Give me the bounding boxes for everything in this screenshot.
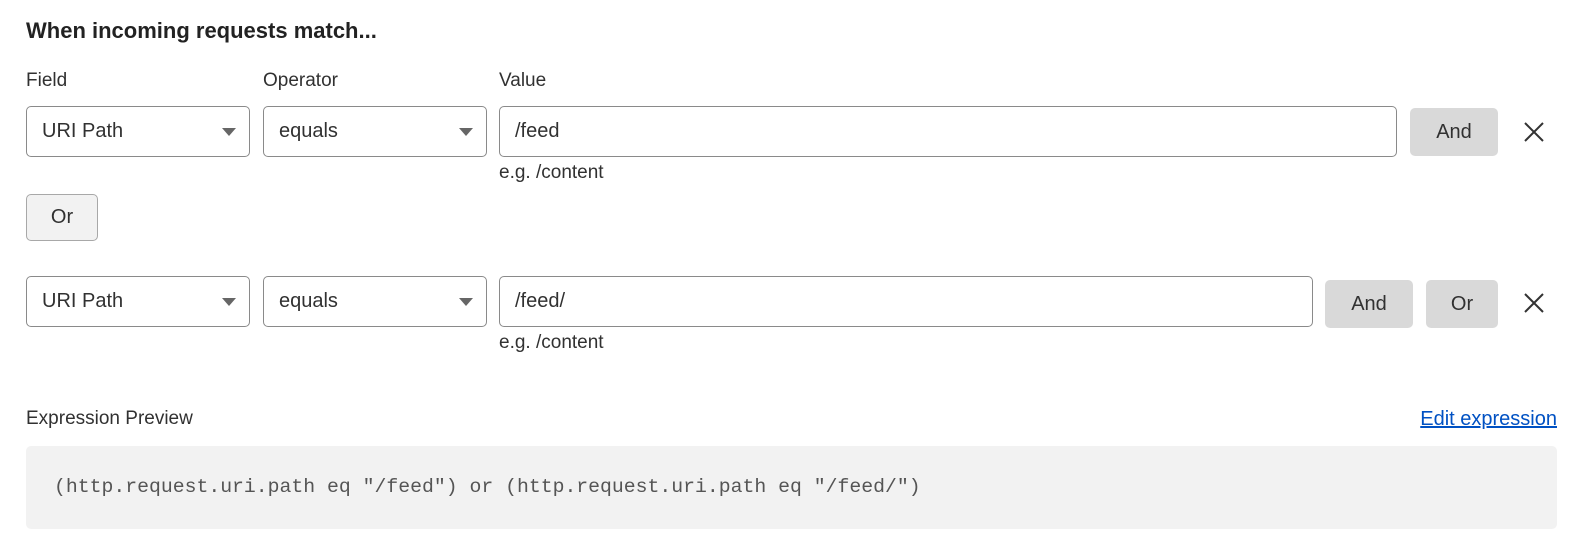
value-hint-2: e.g. /content [499,332,604,353]
section-title: When incoming requests match... [26,18,377,43]
value-label: Value [499,70,547,91]
value-input-text: /feed/ [515,290,566,312]
value-hint-1: e.g. /content [499,162,604,183]
chevron-down-icon [222,298,236,306]
or-button-2[interactable]: Or [1426,280,1498,328]
expression-preview-label: Expression Preview [26,408,193,429]
field-select-2[interactable]: URI Path [26,276,250,327]
field-select-value: URI Path [42,120,124,142]
field-select-value: URI Path [42,290,124,312]
and-button-2[interactable]: And [1325,280,1413,328]
field-select-1[interactable]: URI Path [26,106,250,157]
value-input-text: /feed [515,120,560,142]
operator-select-value: equals [279,290,338,312]
operator-select-1[interactable]: equals [263,106,487,157]
close-icon[interactable] [1523,121,1545,143]
chevron-down-icon [222,128,236,136]
edit-expression-link[interactable]: Edit expression [1420,408,1557,431]
chevron-down-icon [459,128,473,136]
operator-select-value: equals [279,120,338,142]
expression-preview-box: (http.request.uri.path eq "/feed") or (h… [26,446,1557,529]
operator-select-2[interactable]: equals [263,276,487,327]
chevron-down-icon [459,298,473,306]
operator-label: Operator [263,70,338,91]
or-group-button[interactable]: Or [26,194,98,241]
value-input-1[interactable]: /feed [499,106,1397,157]
and-button-1[interactable]: And [1410,108,1498,156]
expression-text: (http.request.uri.path eq "/feed") or (h… [54,476,921,498]
field-label: Field [26,70,68,91]
value-input-2[interactable]: /feed/ [499,276,1313,327]
close-icon[interactable] [1523,292,1545,314]
